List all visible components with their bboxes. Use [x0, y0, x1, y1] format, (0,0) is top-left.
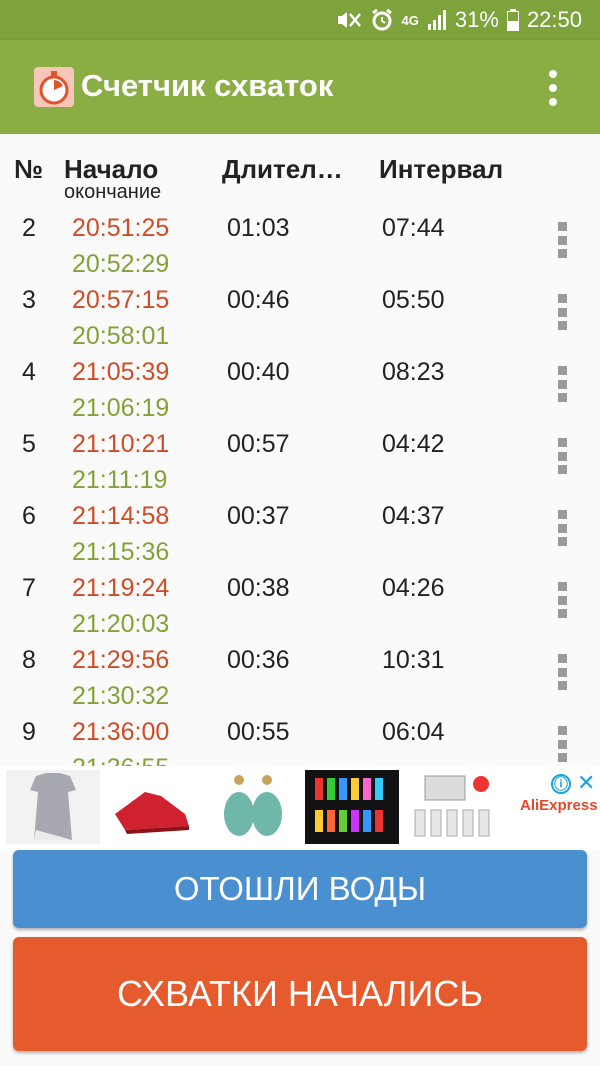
row-start-time: 21:36:00 — [72, 718, 170, 746]
mute-vibrate-icon — [337, 12, 361, 28]
row-duration: 01:03 — [227, 214, 290, 242]
ad-info-icon[interactable]: ⓘ — [551, 774, 571, 794]
contraction-list[interactable]: № Начало окончание Длител… Интервал 2 20… — [0, 134, 600, 766]
alarm-icon — [371, 8, 392, 31]
ad-product-earrings[interactable] — [205, 770, 299, 844]
row-number: 2 — [22, 214, 36, 242]
status-bar: 4G 31% 22:50 — [0, 0, 600, 40]
row-interval: 04:42 — [382, 430, 445, 458]
row-end-time: 21:06:19 — [72, 394, 170, 422]
row-menu-icon[interactable] — [555, 582, 569, 618]
row-start-time: 21:19:24 — [72, 574, 170, 602]
ad-close-icon[interactable]: ✕ — [577, 770, 595, 796]
row-interval: 04:26 — [382, 574, 445, 602]
table-row[interactable]: 6 21:14:58 21:15:36 00:37 04:37 — [0, 496, 600, 568]
row-duration: 00:38 — [227, 574, 290, 602]
header-end-sub: окончание — [64, 181, 162, 203]
row-menu-icon[interactable] — [555, 294, 569, 330]
row-menu-icon[interactable] — [555, 726, 569, 762]
row-end-time: 20:52:29 — [72, 250, 170, 278]
battery-percent: 31% — [454, 7, 499, 32]
network-4g-icon: 4G — [401, 12, 419, 28]
row-start-time: 21:14:58 — [72, 502, 170, 530]
row-duration: 00:46 — [227, 286, 290, 314]
row-interval: 05:50 — [382, 286, 445, 314]
row-end-time: 21:20:03 — [72, 610, 170, 638]
row-end-time: 21:11:19 — [72, 466, 168, 494]
row-start-time: 21:10:21 — [72, 430, 170, 458]
ad-product-lures[interactable] — [305, 770, 399, 844]
app-title: Счетчик схваток — [81, 68, 334, 103]
row-number: 3 — [22, 286, 36, 314]
row-menu-icon[interactable] — [555, 654, 569, 690]
row-number: 8 — [22, 646, 36, 674]
row-menu-icon[interactable] — [555, 222, 569, 258]
row-start-time: 21:05:39 — [72, 358, 170, 386]
table-row[interactable]: 8 21:29:56 21:30:32 00:36 10:31 — [0, 640, 600, 712]
header-duration: Длител… — [222, 154, 343, 184]
row-end-time: 21:15:36 — [72, 538, 170, 566]
contractions-started-button[interactable]: СХВАТКИ НАЧАЛИСЬ — [13, 937, 587, 1051]
table-row[interactable]: 5 21:10:21 21:11:19 00:57 04:42 — [0, 424, 600, 496]
row-start-time: 20:57:15 — [72, 286, 170, 314]
table-row[interactable]: 3 20:57:15 20:58:01 00:46 05:50 — [0, 280, 600, 352]
ad-brand-logo[interactable]: AliExpress — [520, 797, 598, 814]
row-duration: 00:37 — [227, 502, 290, 530]
water-broke-button[interactable]: ОТОШЛИ ВОДЫ — [13, 850, 587, 928]
row-duration: 00:40 — [227, 358, 290, 386]
signal-icon — [427, 10, 446, 30]
row-duration: 00:36 — [227, 646, 290, 674]
row-interval: 08:23 — [382, 358, 445, 386]
row-duration: 00:57 — [227, 430, 290, 458]
row-end-time: 21:30:32 — [72, 682, 170, 710]
row-interval: 07:44 — [382, 214, 445, 242]
stopwatch-logo-icon — [33, 66, 75, 108]
row-number: 7 — [22, 574, 36, 602]
ad-banner[interactable]: ⓘ ✕ — [0, 766, 600, 850]
battery-icon — [506, 9, 519, 31]
table-row[interactable]: 9 21:36:00 21:36:55 00:55 06:04 — [0, 712, 600, 766]
status-icons: 4G 31% 22:50 — [336, 0, 582, 40]
table-row[interactable]: 4 21:05:39 21:06:19 00:40 08:23 — [0, 352, 600, 424]
header-number: № — [14, 154, 43, 184]
row-end-time: 20:58:01 — [72, 322, 170, 350]
header-interval: Интервал — [379, 154, 504, 184]
ad-product-dress[interactable] — [6, 770, 100, 844]
ad-product-alarm-kit[interactable] — [405, 770, 499, 844]
row-interval: 04:37 — [382, 502, 445, 530]
row-menu-icon[interactable] — [555, 510, 569, 546]
row-number: 4 — [22, 358, 36, 386]
row-interval: 10:31 — [382, 646, 445, 674]
table-row[interactable]: 7 21:19:24 21:20:03 00:38 04:26 — [0, 568, 600, 640]
row-start-time: 21:29:56 — [72, 646, 170, 674]
row-end-time: 21:36:55 — [72, 754, 169, 766]
ad-product-shoe[interactable] — [105, 770, 199, 844]
overflow-menu-icon[interactable] — [540, 68, 566, 108]
clock: 22:50 — [526, 7, 582, 32]
row-number: 5 — [22, 430, 36, 458]
contraction-rows: 2 20:51:25 20:52:29 01:03 07:44 3 20:57:… — [0, 208, 600, 766]
row-menu-icon[interactable] — [555, 438, 569, 474]
row-interval: 06:04 — [382, 718, 445, 746]
row-start-time: 20:51:25 — [72, 214, 170, 242]
row-number: 6 — [22, 502, 36, 530]
row-number: 9 — [22, 718, 36, 746]
row-menu-icon[interactable] — [555, 366, 569, 402]
table-row[interactable]: 2 20:51:25 20:52:29 01:03 07:44 — [0, 208, 600, 280]
app-bar: Счетчик схваток — [0, 40, 600, 134]
row-duration: 00:55 — [227, 718, 290, 746]
